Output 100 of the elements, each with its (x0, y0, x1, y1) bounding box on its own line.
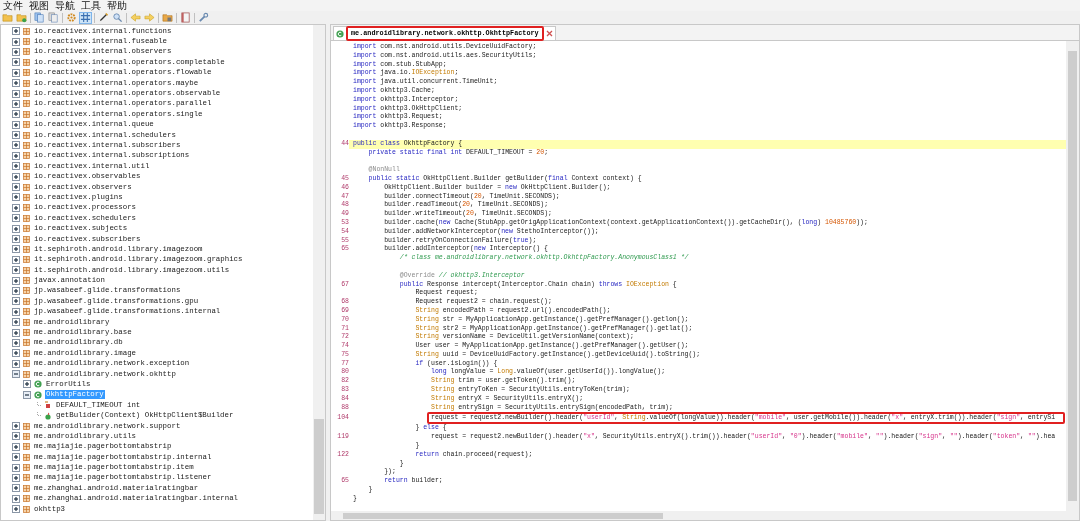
package-icon (23, 173, 30, 181)
grid-icon (80, 12, 91, 23)
expander-icon[interactable] (12, 224, 20, 233)
expander-icon[interactable] (12, 422, 20, 431)
expander-icon[interactable] (12, 99, 20, 108)
package-icon (23, 162, 30, 170)
expander-icon[interactable] (12, 286, 20, 295)
expander-icon[interactable] (12, 463, 20, 472)
expander-icon[interactable] (12, 307, 20, 316)
right-arrow-icon (144, 12, 155, 23)
class-icon (336, 29, 344, 38)
package-icon (23, 432, 30, 440)
expander-icon[interactable] (12, 328, 20, 337)
package-icon (23, 27, 30, 35)
expander-icon[interactable] (12, 79, 20, 88)
field-icon (44, 401, 52, 410)
expander-icon[interactable] (23, 390, 31, 399)
package-icon (23, 422, 30, 430)
package-icon (23, 131, 30, 139)
expander-icon[interactable] (12, 214, 20, 223)
package-icon (23, 453, 30, 461)
menu-item[interactable]: 导航 (55, 0, 75, 11)
expander-icon[interactable] (12, 359, 20, 368)
vertical-scrollbar[interactable] (1066, 41, 1079, 511)
toolbar-button[interactable] (97, 11, 110, 24)
expander-icon[interactable] (12, 245, 20, 254)
package-icon (23, 370, 30, 378)
gear-icon (66, 12, 77, 23)
expander-icon[interactable] (12, 474, 20, 482)
expander-icon[interactable] (12, 453, 20, 462)
package-icon (23, 38, 30, 46)
package-icon (23, 339, 30, 347)
package-icon (23, 69, 30, 77)
package-icon (23, 79, 30, 87)
expander-icon[interactable] (12, 131, 20, 140)
package-icon (23, 308, 30, 316)
expander-icon[interactable] (12, 37, 20, 46)
expander-icon[interactable] (12, 89, 20, 98)
package-icon (23, 235, 30, 243)
scrollbar-thumb[interactable] (1068, 51, 1077, 501)
expander-icon[interactable] (12, 432, 20, 441)
package-icon (23, 90, 30, 98)
package-icon (23, 225, 30, 233)
menu-item[interactable]: 文件 (3, 0, 23, 11)
expander-icon[interactable] (12, 255, 20, 264)
expander-icon[interactable] (12, 235, 20, 243)
expander-icon[interactable] (12, 162, 20, 171)
expander-icon[interactable] (12, 338, 20, 347)
horizontal-scrollbar[interactable] (331, 511, 1079, 520)
expander-icon[interactable] (12, 442, 20, 451)
expander-icon[interactable] (12, 494, 20, 503)
package-icon (23, 464, 30, 472)
package-icon (23, 193, 30, 201)
package-icon (23, 505, 30, 513)
expander-icon[interactable] (23, 380, 31, 389)
wrench-icon (198, 12, 209, 23)
expander-icon[interactable] (12, 68, 20, 77)
close-icon[interactable] (545, 30, 553, 37)
expander-icon[interactable] (12, 484, 20, 493)
package-icon (23, 297, 30, 305)
package-icon (23, 277, 30, 285)
expander-icon[interactable] (12, 141, 20, 150)
package-icon (23, 484, 30, 492)
expander-icon[interactable] (12, 120, 20, 129)
expander-icon[interactable] (12, 266, 20, 275)
package-icon (23, 474, 30, 482)
expander-icon[interactable] (12, 505, 20, 514)
package-icon (23, 142, 30, 149)
package-icon (23, 58, 30, 66)
menu-item[interactable]: 视图 (29, 0, 49, 11)
expander-icon[interactable] (12, 151, 20, 160)
vertical-scrollbar[interactable] (313, 25, 325, 520)
menu-item[interactable]: 工具 (81, 0, 101, 11)
package-icon (23, 349, 30, 357)
menu-item[interactable]: 帮助 (107, 0, 127, 11)
folder-add-icon (16, 12, 27, 23)
package-icon (23, 100, 30, 108)
expander-icon[interactable] (12, 27, 20, 36)
pen-icon (98, 12, 109, 23)
scrollbar-thumb[interactable] (314, 419, 324, 514)
search-icon (112, 12, 123, 23)
expander-icon[interactable] (12, 47, 20, 56)
package-icon (23, 443, 30, 451)
expander-icon[interactable] (12, 370, 20, 379)
expander-icon[interactable] (12, 297, 20, 306)
scrollbar-thumb[interactable] (343, 512, 663, 519)
expander-icon[interactable] (12, 58, 20, 67)
expander-icon[interactable] (12, 349, 20, 358)
expander-icon[interactable] (12, 172, 20, 181)
package-icon (23, 245, 30, 253)
package-icon (23, 48, 30, 56)
expander-icon[interactable] (12, 183, 20, 192)
package-icon (23, 110, 30, 118)
expander-icon[interactable] (12, 193, 20, 202)
expander-icon[interactable] (12, 276, 20, 285)
expander-icon[interactable] (12, 203, 20, 212)
expander-icon[interactable] (12, 318, 20, 327)
method-icon (44, 411, 52, 420)
package-icon (23, 121, 30, 129)
expander-icon[interactable] (12, 110, 20, 119)
